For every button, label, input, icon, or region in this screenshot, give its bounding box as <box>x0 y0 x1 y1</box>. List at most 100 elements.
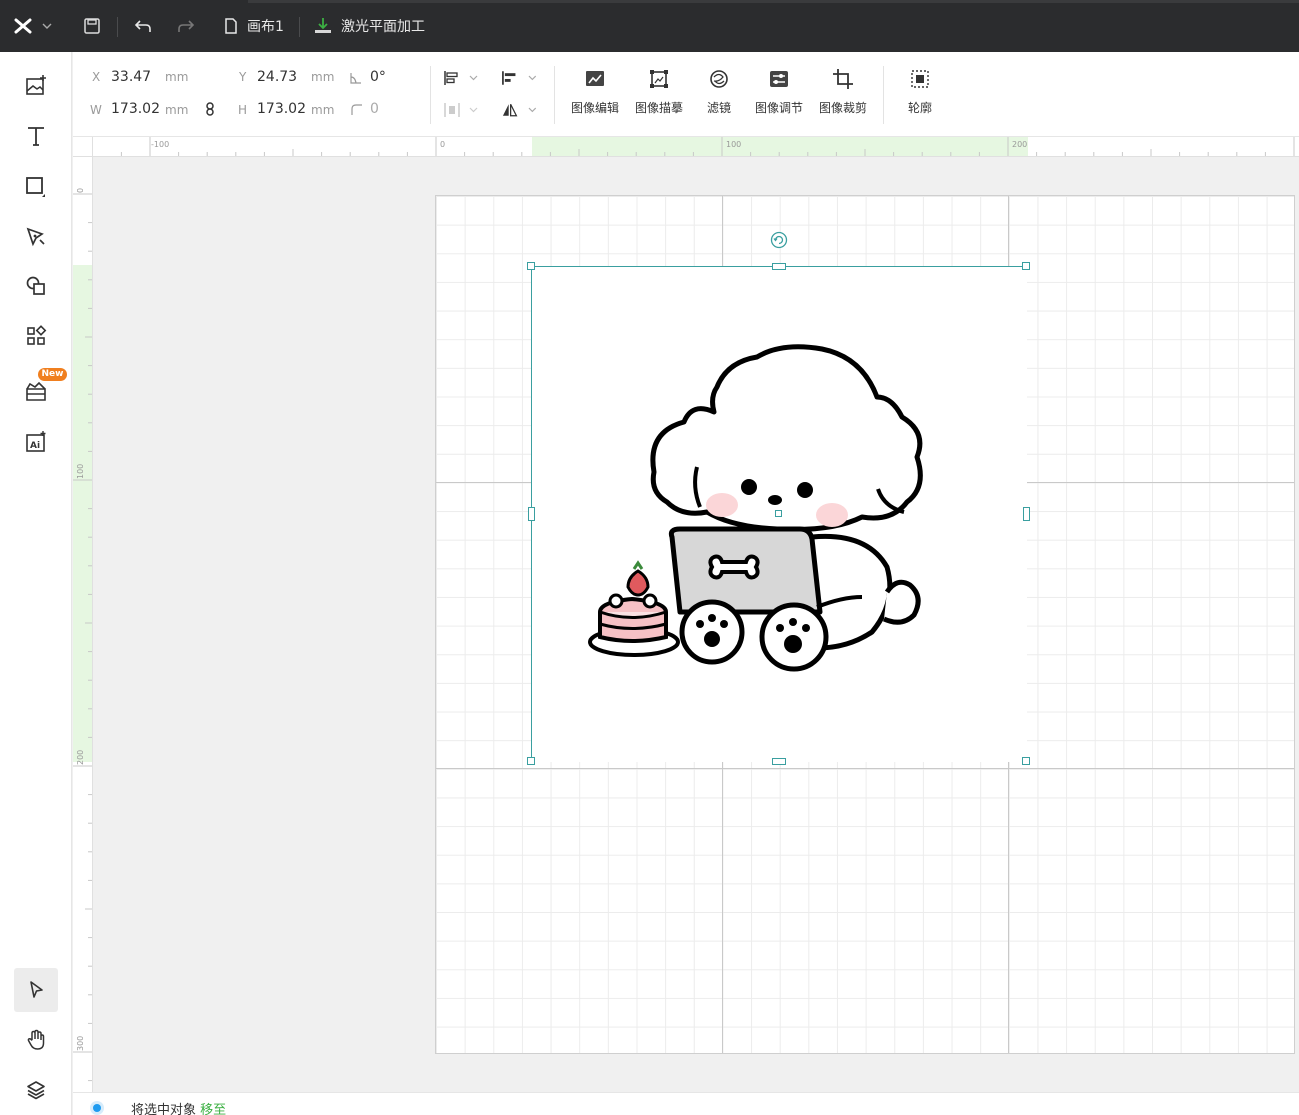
image-adjust-icon <box>770 71 788 87</box>
top-ruler[interactable]: -100 0 100 200 <box>93 137 1299 157</box>
undo-icon <box>134 20 151 32</box>
x-input[interactable]: 33.47 <box>111 69 151 85</box>
h-unit: mm <box>311 103 335 117</box>
outline-icon <box>911 70 929 88</box>
filter-label: 滤镜 <box>706 101 731 115</box>
height-input[interactable]: 173.02 <box>257 101 306 117</box>
status-bar: 将选中对象 移至 <box>73 1092 1299 1115</box>
left-toolbar: New Ai <box>0 52 72 1115</box>
mode-label: 激光平面加工 <box>341 19 425 35</box>
ruler-left-label: 300 <box>76 1036 85 1051</box>
rotation-input[interactable]: 0° <box>370 69 386 85</box>
app-menu-button[interactable] <box>14 0 52 52</box>
undo-button[interactable] <box>134 0 152 52</box>
align-dropdown[interactable] <box>443 66 479 90</box>
divider <box>430 66 431 124</box>
major-grid-line <box>436 768 1294 769</box>
distribute-dropdown[interactable] <box>443 98 479 122</box>
image-crop-label: 图像裁剪 <box>818 101 867 115</box>
left-ruler-scale: 0 100 200 300 <box>73 188 92 1082</box>
align-distribute-icon <box>444 71 458 85</box>
image-edit-button[interactable]: 图像编辑 <box>566 68 624 116</box>
w-unit: mm <box>165 103 189 117</box>
top-ruler-scale: -100 0 100 200 <box>120 137 1295 156</box>
filter-button[interactable]: 滤镜 <box>690 68 748 116</box>
divider <box>883 66 884 124</box>
ai-image-icon: Ai <box>26 431 46 452</box>
ai-tool[interactable]: Ai <box>14 420 58 464</box>
resize-handle-left[interactable] <box>528 507 535 521</box>
resize-handle-bottom-right[interactable] <box>1022 757 1030 765</box>
center-handle[interactable] <box>775 510 782 517</box>
image-crop-button[interactable]: 图像裁剪 <box>814 68 872 116</box>
align-left-icon <box>502 71 516 85</box>
shapes-icon <box>26 276 45 295</box>
corner-radius-input[interactable]: 0 <box>370 101 379 117</box>
new-badge: New <box>38 368 67 381</box>
resize-handle-bottom-left[interactable] <box>527 757 535 765</box>
rotate-handle-icon[interactable] <box>770 231 788 249</box>
pen-icon <box>26 227 45 247</box>
resize-handle-bottom[interactable] <box>772 758 786 765</box>
image-trace-label: 图像描摹 <box>634 101 683 115</box>
flip-dropdown[interactable] <box>501 98 537 122</box>
move-to-link[interactable]: 移至 <box>200 1103 226 1115</box>
rectangle-icon <box>26 177 45 197</box>
distribute-icon <box>444 103 460 117</box>
left-ruler[interactable]: 0 100 200 300 <box>73 157 93 1092</box>
y-input[interactable]: 24.73 <box>257 69 297 85</box>
align-left-dropdown[interactable] <box>501 66 537 90</box>
text-tool[interactable] <box>14 114 58 158</box>
flip-horizontal-icon <box>502 103 518 117</box>
y-label: Y <box>239 70 247 84</box>
canvas-tab[interactable]: 画布1 <box>224 0 284 52</box>
w-label: W <box>90 103 102 117</box>
ruler-top-label: 200 <box>1012 140 1027 149</box>
resize-handle-top-right[interactable] <box>1022 262 1030 270</box>
chevron-down-icon <box>42 23 52 29</box>
image-edit-icon <box>586 71 604 86</box>
width-input[interactable]: 173.02 <box>111 101 160 117</box>
lock-ratio-link-icon[interactable] <box>205 102 215 116</box>
h-label: H <box>238 103 248 117</box>
status-indicator <box>90 1101 104 1115</box>
image-trace-button[interactable]: 图像描摹 <box>630 68 688 116</box>
add-image-tool[interactable] <box>14 64 58 108</box>
save-button[interactable] <box>83 0 101 52</box>
redo-button[interactable] <box>177 0 195 52</box>
shape-tool[interactable] <box>14 164 58 208</box>
divider <box>117 17 118 37</box>
pen-tool[interactable] <box>14 214 58 258</box>
outline-button[interactable]: 轮廓 <box>891 68 949 116</box>
chevron-down-icon <box>469 107 478 113</box>
app-logo-icon <box>14 18 32 34</box>
chevron-down-icon <box>469 75 478 81</box>
corner-radius-icon <box>351 104 362 115</box>
cursor-arrow-icon <box>30 981 43 998</box>
select-tool[interactable] <box>14 968 58 1012</box>
image-adjust-button[interactable]: 图像调节 <box>750 68 808 116</box>
text-icon <box>28 127 44 146</box>
resize-handle-top-left[interactable] <box>527 262 535 270</box>
selected-image[interactable] <box>527 231 1030 765</box>
outline-label: 轮廓 <box>907 101 932 115</box>
canvas-workspace[interactable] <box>94 158 1299 1092</box>
layers-tool[interactable] <box>14 1068 58 1112</box>
redo-icon <box>178 20 195 32</box>
components-tool[interactable] <box>14 314 58 358</box>
layers-icon <box>27 1081 45 1100</box>
ruler-top-label: 0 <box>440 140 445 149</box>
rotation-angle-icon <box>350 73 361 84</box>
boolean-shapes-tool[interactable] <box>14 264 58 308</box>
x-unit: mm <box>165 70 189 84</box>
title-bar: 画布1 激光平面加工 <box>0 0 1299 52</box>
image-edit-label: 图像编辑 <box>570 101 619 115</box>
resize-handle-top[interactable] <box>772 263 786 270</box>
document-icon <box>225 18 237 34</box>
resize-handle-right[interactable] <box>1023 507 1030 521</box>
image-crop-icon <box>833 69 853 89</box>
ruler-top-label: 100 <box>726 140 741 149</box>
chevron-down-icon <box>528 75 537 81</box>
hand-tool[interactable] <box>14 1018 58 1062</box>
laser-mode-button[interactable]: 激光平面加工 <box>313 0 425 52</box>
